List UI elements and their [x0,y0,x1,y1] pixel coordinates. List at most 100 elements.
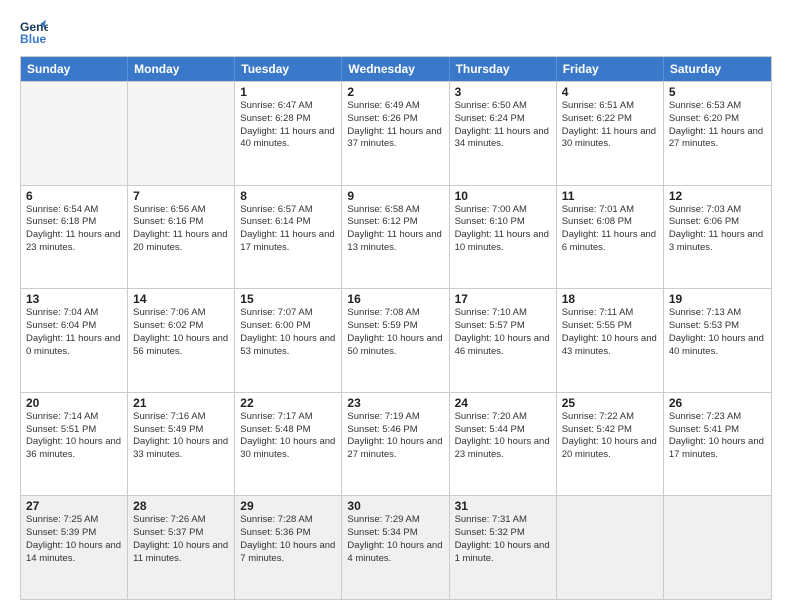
day-number: 6 [26,189,122,203]
day-cell-29: 29Sunrise: 7:28 AM Sunset: 5:36 PM Dayli… [235,496,342,599]
day-number: 26 [669,396,766,410]
cell-details: Sunrise: 7:04 AM Sunset: 6:04 PM Dayligh… [26,307,122,358]
day-number: 31 [455,499,551,513]
day-cell-2: 2Sunrise: 6:49 AM Sunset: 6:26 PM Daylig… [342,82,449,185]
day-number: 19 [669,292,766,306]
day-cell-27: 27Sunrise: 7:25 AM Sunset: 5:39 PM Dayli… [21,496,128,599]
cell-details: Sunrise: 7:08 AM Sunset: 5:59 PM Dayligh… [347,307,443,358]
cell-details: Sunrise: 7:03 AM Sunset: 6:06 PM Dayligh… [669,204,766,255]
calendar-row-5: 27Sunrise: 7:25 AM Sunset: 5:39 PM Dayli… [21,495,771,599]
day-number: 8 [240,189,336,203]
day-cell-7: 7Sunrise: 6:56 AM Sunset: 6:16 PM Daylig… [128,186,235,289]
day-number: 3 [455,85,551,99]
day-cell-28: 28Sunrise: 7:26 AM Sunset: 5:37 PM Dayli… [128,496,235,599]
day-cell-18: 18Sunrise: 7:11 AM Sunset: 5:55 PM Dayli… [557,289,664,392]
header-day-friday: Friday [557,57,664,81]
day-number: 21 [133,396,229,410]
calendar: SundayMondayTuesdayWednesdayThursdayFrid… [20,56,772,600]
day-number: 1 [240,85,336,99]
day-cell-10: 10Sunrise: 7:00 AM Sunset: 6:10 PM Dayli… [450,186,557,289]
logo-icon: General Blue [20,18,48,46]
cell-details: Sunrise: 7:23 AM Sunset: 5:41 PM Dayligh… [669,411,766,462]
day-cell-24: 24Sunrise: 7:20 AM Sunset: 5:44 PM Dayli… [450,393,557,496]
cell-details: Sunrise: 6:51 AM Sunset: 6:22 PM Dayligh… [562,100,658,151]
day-cell-21: 21Sunrise: 7:16 AM Sunset: 5:49 PM Dayli… [128,393,235,496]
day-cell-14: 14Sunrise: 7:06 AM Sunset: 6:02 PM Dayli… [128,289,235,392]
day-cell-16: 16Sunrise: 7:08 AM Sunset: 5:59 PM Dayli… [342,289,449,392]
calendar-row-2: 6Sunrise: 6:54 AM Sunset: 6:18 PM Daylig… [21,185,771,289]
cell-details: Sunrise: 7:07 AM Sunset: 6:00 PM Dayligh… [240,307,336,358]
day-cell-15: 15Sunrise: 7:07 AM Sunset: 6:00 PM Dayli… [235,289,342,392]
cell-details: Sunrise: 6:54 AM Sunset: 6:18 PM Dayligh… [26,204,122,255]
day-number: 10 [455,189,551,203]
cell-details: Sunrise: 7:25 AM Sunset: 5:39 PM Dayligh… [26,514,122,565]
header-day-sunday: Sunday [21,57,128,81]
day-number: 11 [562,189,658,203]
header-day-wednesday: Wednesday [342,57,449,81]
day-number: 12 [669,189,766,203]
day-cell-30: 30Sunrise: 7:29 AM Sunset: 5:34 PM Dayli… [342,496,449,599]
cell-details: Sunrise: 7:01 AM Sunset: 6:08 PM Dayligh… [562,204,658,255]
day-number: 28 [133,499,229,513]
day-number: 7 [133,189,229,203]
day-number: 16 [347,292,443,306]
cell-details: Sunrise: 7:29 AM Sunset: 5:34 PM Dayligh… [347,514,443,565]
day-cell-8: 8Sunrise: 6:57 AM Sunset: 6:14 PM Daylig… [235,186,342,289]
day-cell-4: 4Sunrise: 6:51 AM Sunset: 6:22 PM Daylig… [557,82,664,185]
cell-details: Sunrise: 7:20 AM Sunset: 5:44 PM Dayligh… [455,411,551,462]
day-number: 20 [26,396,122,410]
cell-details: Sunrise: 7:16 AM Sunset: 5:49 PM Dayligh… [133,411,229,462]
cell-details: Sunrise: 7:22 AM Sunset: 5:42 PM Dayligh… [562,411,658,462]
cell-details: Sunrise: 6:50 AM Sunset: 6:24 PM Dayligh… [455,100,551,151]
day-number: 27 [26,499,122,513]
day-cell-11: 11Sunrise: 7:01 AM Sunset: 6:08 PM Dayli… [557,186,664,289]
day-cell-3: 3Sunrise: 6:50 AM Sunset: 6:24 PM Daylig… [450,82,557,185]
day-cell-6: 6Sunrise: 6:54 AM Sunset: 6:18 PM Daylig… [21,186,128,289]
header-day-tuesday: Tuesday [235,57,342,81]
cell-details: Sunrise: 7:06 AM Sunset: 6:02 PM Dayligh… [133,307,229,358]
calendar-row-1: 1Sunrise: 6:47 AM Sunset: 6:28 PM Daylig… [21,81,771,185]
cell-details: Sunrise: 6:47 AM Sunset: 6:28 PM Dayligh… [240,100,336,151]
header: General Blue [20,18,772,46]
cell-details: Sunrise: 7:26 AM Sunset: 5:37 PM Dayligh… [133,514,229,565]
empty-cell [128,82,235,185]
day-number: 17 [455,292,551,306]
day-number: 29 [240,499,336,513]
cell-details: Sunrise: 7:31 AM Sunset: 5:32 PM Dayligh… [455,514,551,565]
day-number: 25 [562,396,658,410]
cell-details: Sunrise: 7:17 AM Sunset: 5:48 PM Dayligh… [240,411,336,462]
cell-details: Sunrise: 7:13 AM Sunset: 5:53 PM Dayligh… [669,307,766,358]
logo: General Blue [20,18,52,46]
cell-details: Sunrise: 6:58 AM Sunset: 6:12 PM Dayligh… [347,204,443,255]
day-cell-19: 19Sunrise: 7:13 AM Sunset: 5:53 PM Dayli… [664,289,771,392]
day-number: 23 [347,396,443,410]
cell-details: Sunrise: 7:11 AM Sunset: 5:55 PM Dayligh… [562,307,658,358]
day-cell-5: 5Sunrise: 6:53 AM Sunset: 6:20 PM Daylig… [664,82,771,185]
day-number: 14 [133,292,229,306]
calendar-body: 1Sunrise: 6:47 AM Sunset: 6:28 PM Daylig… [21,81,771,599]
header-day-monday: Monday [128,57,235,81]
day-cell-9: 9Sunrise: 6:58 AM Sunset: 6:12 PM Daylig… [342,186,449,289]
cell-details: Sunrise: 6:57 AM Sunset: 6:14 PM Dayligh… [240,204,336,255]
calendar-row-4: 20Sunrise: 7:14 AM Sunset: 5:51 PM Dayli… [21,392,771,496]
day-cell-20: 20Sunrise: 7:14 AM Sunset: 5:51 PM Dayli… [21,393,128,496]
day-cell-31: 31Sunrise: 7:31 AM Sunset: 5:32 PM Dayli… [450,496,557,599]
day-number: 22 [240,396,336,410]
day-cell-12: 12Sunrise: 7:03 AM Sunset: 6:06 PM Dayli… [664,186,771,289]
cell-details: Sunrise: 6:56 AM Sunset: 6:16 PM Dayligh… [133,204,229,255]
day-number: 24 [455,396,551,410]
cell-details: Sunrise: 6:49 AM Sunset: 6:26 PM Dayligh… [347,100,443,151]
cell-details: Sunrise: 7:19 AM Sunset: 5:46 PM Dayligh… [347,411,443,462]
empty-cell [664,496,771,599]
cell-details: Sunrise: 7:28 AM Sunset: 5:36 PM Dayligh… [240,514,336,565]
day-cell-1: 1Sunrise: 6:47 AM Sunset: 6:28 PM Daylig… [235,82,342,185]
day-cell-13: 13Sunrise: 7:04 AM Sunset: 6:04 PM Dayli… [21,289,128,392]
cell-details: Sunrise: 7:14 AM Sunset: 5:51 PM Dayligh… [26,411,122,462]
day-cell-26: 26Sunrise: 7:23 AM Sunset: 5:41 PM Dayli… [664,393,771,496]
day-number: 15 [240,292,336,306]
day-number: 18 [562,292,658,306]
cell-details: Sunrise: 7:00 AM Sunset: 6:10 PM Dayligh… [455,204,551,255]
calendar-header: SundayMondayTuesdayWednesdayThursdayFrid… [21,57,771,81]
empty-cell [21,82,128,185]
cell-details: Sunrise: 7:10 AM Sunset: 5:57 PM Dayligh… [455,307,551,358]
